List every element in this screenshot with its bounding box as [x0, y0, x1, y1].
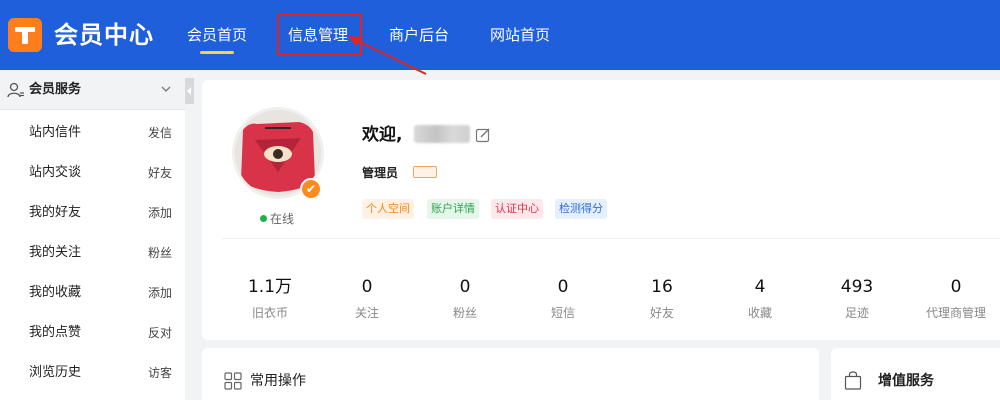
sidebar-section-header[interactable]: 会员服务 [0, 70, 185, 110]
stat-agent-management[interactable]: 0 代理商管理 [908, 275, 1000, 322]
sidebar-item-action[interactable]: 反对 [148, 323, 172, 343]
sidebar-item-chat[interactable]: 站内交谈 好友 [0, 153, 185, 193]
stat-value: 1.1万 [247, 277, 293, 297]
online-status-text: 在线 [270, 212, 295, 226]
shopping-bag-icon [844, 371, 862, 390]
sidebar-item-label[interactable]: 站内交谈 [29, 163, 81, 183]
nav-active-indicator [200, 51, 234, 54]
stat-label: 足迹 [844, 306, 869, 320]
verified-badge-icon: ✔ [300, 178, 322, 200]
verified-mark: ✔ [306, 182, 317, 196]
collapse-arrow-icon [187, 87, 191, 95]
stat-following[interactable]: 0 关注 [319, 275, 415, 322]
tag-personal-space[interactable]: 个人空间 [362, 199, 414, 219]
sidebar-item-label[interactable]: 我的点赞 [29, 323, 81, 343]
logo-stem [22, 27, 28, 44]
stat-value: 16 [651, 277, 673, 297]
user-icon [7, 82, 24, 98]
nav-member-home[interactable]: 会员首页 [187, 22, 247, 48]
sidebar-item-action[interactable]: 添加 [148, 283, 172, 303]
username-redacted [414, 125, 470, 143]
stat-value: 0 [361, 277, 373, 297]
tag-check-score[interactable]: 检测得分 [555, 199, 607, 219]
stat-value: 0 [459, 277, 471, 297]
brand-logo-icon[interactable] [8, 18, 42, 52]
stat-label: 代理商管理 [925, 306, 986, 320]
stat-label: 旧衣币 [251, 306, 288, 320]
top-header: 会员中心 会员首页 信息管理 商户后台 网站首页 [0, 0, 1000, 75]
sidebar-item-inbox[interactable]: 站内信件 发信 [0, 113, 185, 153]
sidebar-item-likes[interactable]: 我的点赞 反对 [0, 313, 185, 353]
chevron-down-icon[interactable] [160, 83, 172, 95]
welcome-text: 欢迎, [362, 125, 403, 145]
stat-coins[interactable]: 1.1万 旧衣币 [222, 275, 318, 322]
stat-fans[interactable]: 0 粉丝 [417, 275, 513, 322]
common-operations-title: 常用操作 [250, 373, 306, 389]
stat-value: 4 [754, 277, 766, 297]
brand-title[interactable]: 会员中心 [54, 18, 154, 52]
stat-label: 收藏 [747, 306, 772, 320]
stat-label: 短信 [550, 306, 575, 320]
grid-icon [224, 372, 242, 390]
profile-card: ✔ 在线 欢迎, 管理员 个人空间 账户详情 认证中心 检测得分 1.1万 旧衣… [202, 80, 1000, 340]
sidebar-item-following[interactable]: 我的关注 粉丝 [0, 233, 185, 273]
online-status: 在线 [260, 211, 294, 227]
sidebar-item-action[interactable]: 发信 [148, 123, 172, 143]
online-dot-icon [260, 215, 267, 222]
sidebar-item-label[interactable]: 浏览历史 [29, 363, 81, 383]
sidebar-item-action[interactable]: 添加 [148, 203, 172, 223]
stat-friends[interactable]: 16 好友 [614, 275, 710, 322]
stat-footprints[interactable]: 493 足迹 [809, 275, 905, 322]
value-added-services-panel: 增值服务 [831, 348, 1000, 400]
tag-auth-center[interactable]: 认证中心 [491, 199, 543, 219]
stat-label: 好友 [649, 306, 674, 320]
sidebar-item-action[interactable]: 好友 [148, 163, 172, 183]
stat-value: 0 [950, 277, 962, 297]
sidebar: 会员服务 站内信件 发信 站内交谈 好友 我的好友 添加 我的关注 粉丝 我的收… [0, 70, 185, 400]
card-divider [222, 238, 1000, 239]
role-badge-icon [413, 166, 437, 178]
tag-account-details[interactable]: 账户详情 [427, 199, 479, 219]
sidebar-item-label[interactable]: 我的收藏 [29, 283, 81, 303]
stat-label: 粉丝 [452, 306, 477, 320]
sidebar-item-label[interactable]: 我的好友 [29, 203, 81, 223]
stat-favorites[interactable]: 4 收藏 [712, 275, 808, 322]
user-role: 管理员 [362, 166, 399, 180]
edit-icon[interactable] [475, 127, 491, 143]
sidebar-item-history[interactable]: 浏览历史 访客 [0, 353, 185, 393]
value-added-services-title: 增值服务 [878, 373, 934, 389]
common-operations-panel: 常用操作 [202, 348, 819, 400]
stat-value: 493 [840, 277, 874, 297]
stat-messages[interactable]: 0 短信 [515, 275, 611, 322]
sidebar-item-action[interactable]: 访客 [148, 363, 172, 383]
sidebar-collapse-handle[interactable] [185, 78, 194, 104]
sidebar-item-action[interactable]: 粉丝 [148, 243, 172, 263]
stat-value: 0 [557, 277, 569, 297]
sidebar-item-friends[interactable]: 我的好友 添加 [0, 193, 185, 233]
annotation-arrow-icon [348, 36, 427, 75]
sidebar-section-title: 会员服务 [29, 82, 82, 97]
nav-site-home[interactable]: 网站首页 [490, 22, 550, 48]
sidebar-item-label[interactable]: 我的关注 [29, 243, 81, 263]
sidebar-item-label[interactable]: 站内信件 [29, 123, 81, 143]
sidebar-item-favorites[interactable]: 我的收藏 添加 [0, 273, 185, 313]
stat-label: 关注 [354, 306, 379, 320]
